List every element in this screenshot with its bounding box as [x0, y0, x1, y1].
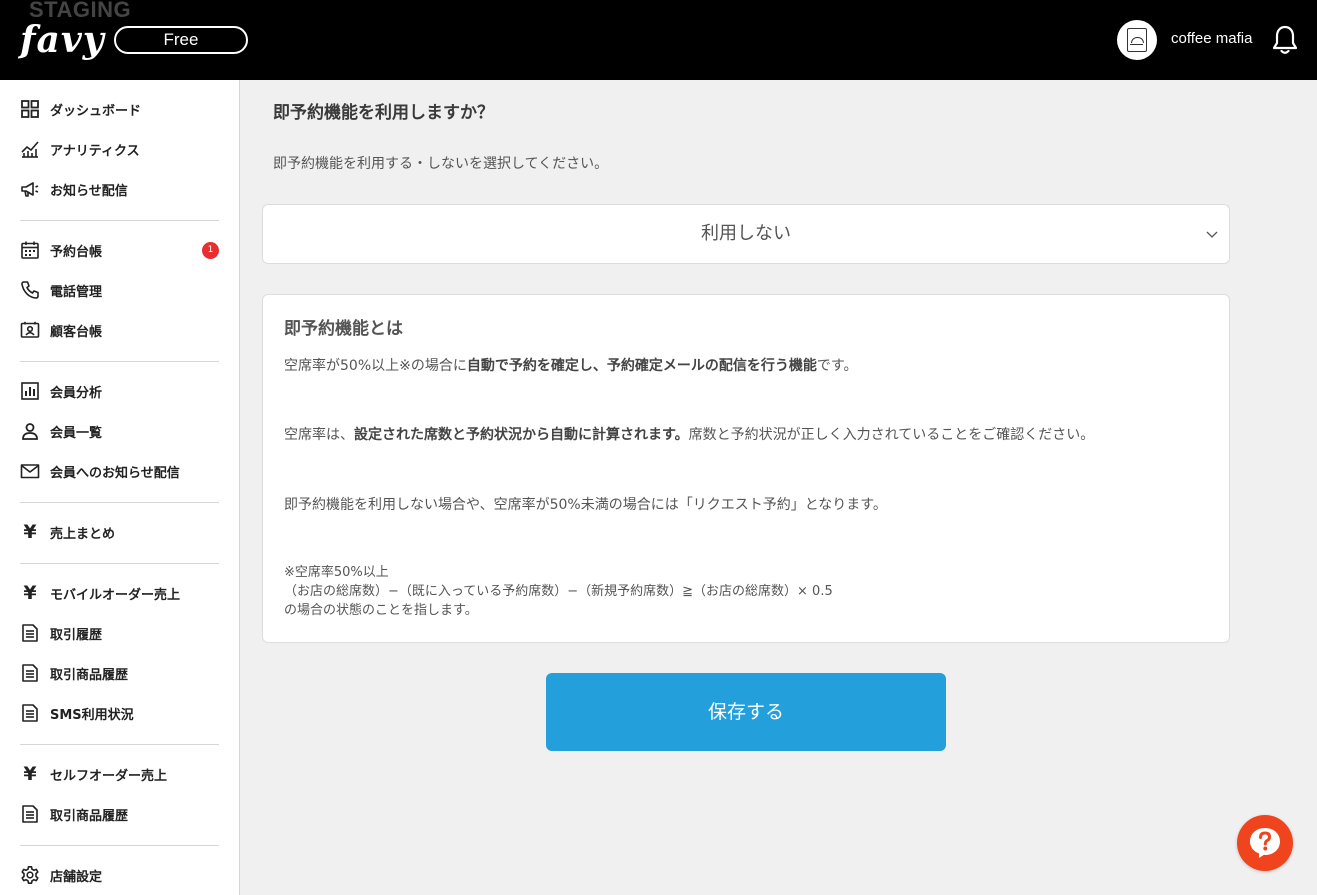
sidebar-item-customers[interactable]: 顧客台帳	[20, 318, 220, 342]
document-icon	[20, 623, 40, 643]
sidebar-item-label: 取引商品履歴	[50, 808, 129, 824]
sidebar-item-mobile-order-sales[interactable]: ¥ モバイルオーダー売上	[20, 581, 220, 605]
shop-name[interactable]: coffee mafia	[1171, 29, 1252, 49]
person-icon	[20, 421, 40, 441]
coffee-cup-logo-icon	[1127, 28, 1147, 52]
sidebar-item-label: 顧客台帳	[50, 324, 103, 340]
yen-icon: ¥	[23, 582, 37, 604]
sidebar-divider	[20, 361, 219, 362]
sidebar-item-label: 取引履歴	[50, 627, 103, 643]
sidebar-item-label: SMS利用状況	[50, 707, 134, 723]
info-paragraph-1: 空席率が50%以上※の場合に自動で予約を確定し、予約確定メールの配信を行う機能で…	[284, 358, 858, 374]
instant-reservation-select[interactable]: 利用しない	[262, 204, 1230, 264]
select-value: 利用しない	[701, 223, 791, 244]
sidebar-item-label: 取引商品履歴	[50, 667, 129, 683]
sidebar-item-label: 電話管理	[50, 284, 103, 300]
sidebar-item-label: セルフオーダー売上	[50, 768, 168, 784]
sidebar-divider	[20, 502, 219, 503]
document-icon	[20, 804, 40, 824]
sidebar-divider	[20, 845, 219, 846]
yen-icon: ¥	[23, 521, 37, 543]
sidebar-item-store-settings[interactable]: 店舗設定	[20, 863, 220, 887]
info-footnote: ※空席率50%以上 （お店の総席数）−（既に入っている予約席数）−（新規予約席数…	[284, 565, 833, 618]
notification-count-badge: 1	[202, 242, 219, 259]
dashboard-grid-icon	[20, 99, 40, 119]
sidebar-item-sales-summary[interactable]: ¥ 売上まとめ	[20, 520, 220, 544]
sidebar-divider	[20, 563, 219, 564]
info-paragraph-3: 即予約機能を利用しない場合や、空席率が50%未満の場合には「リクエスト予約」とな…	[284, 497, 887, 513]
sidebar-item-label: 会員分析	[50, 385, 103, 401]
info-card: 即予約機能とは 空席率が50%以上※の場合に自動で予約を確定し、予約確定メールの…	[262, 294, 1230, 643]
envelope-icon	[20, 461, 40, 481]
sidebar-item-self-order-product-history[interactable]: 取引商品履歴	[20, 802, 220, 826]
document-icon	[20, 663, 40, 683]
help-button[interactable]	[1237, 815, 1293, 871]
instruction-text: 即予約機能を利用する・しないを選択してください。	[273, 156, 609, 172]
sidebar-item-transaction-history[interactable]: 取引履歴	[20, 621, 220, 645]
sidebar-item-member-list[interactable]: 会員一覧	[20, 419, 220, 443]
sidebar-item-label: モバイルオーダー売上	[50, 587, 181, 603]
sidebar-nav: ダッシュボード アナリティクス お知らせ配信 予約台帳 1 電話管理 顧客台帳	[0, 80, 240, 895]
megaphone-icon	[20, 179, 40, 199]
sidebar-item-phone[interactable]: 電話管理	[20, 278, 220, 302]
sidebar-item-label: 店舗設定	[50, 869, 103, 885]
yen-icon: ¥	[23, 763, 37, 785]
sidebar-divider	[20, 220, 219, 221]
sidebar-item-member-announcements[interactable]: 会員へのお知らせ配信	[20, 459, 220, 483]
phone-icon	[20, 280, 40, 300]
sidebar-item-label: アナリティクス	[50, 143, 140, 159]
contact-card-icon	[20, 320, 40, 340]
gear-icon	[20, 865, 40, 885]
sidebar-item-reservations[interactable]: 予約台帳 1	[20, 238, 220, 262]
sidebar-item-label: 予約台帳	[50, 244, 103, 260]
sidebar-item-label: ダッシュボード	[50, 103, 142, 119]
sidebar-item-label: 会員へのお知らせ配信	[50, 465, 180, 481]
save-button[interactable]: 保存する	[546, 673, 946, 751]
info-title: 即予約機能とは	[284, 319, 403, 339]
sidebar-item-label: 会員一覧	[50, 425, 103, 441]
shop-avatar[interactable]	[1117, 20, 1157, 60]
sidebar-item-member-analysis[interactable]: 会員分析	[20, 379, 220, 403]
sidebar-item-self-order-sales[interactable]: ¥ セルフオーダー売上	[20, 762, 220, 786]
sidebar-divider	[20, 744, 219, 745]
main-content: 即予約機能を利用しますか？ 即予約機能を利用する・しないを選択してください。 利…	[240, 80, 1317, 895]
sidebar-item-dashboard[interactable]: ダッシュボード	[20, 97, 220, 121]
analytics-chart-icon	[20, 139, 40, 159]
plan-badge: Free	[114, 26, 248, 54]
sidebar-item-transaction-product-history[interactable]: 取引商品履歴	[20, 661, 220, 685]
sidebar-item-label: 売上まとめ	[50, 526, 116, 542]
document-icon	[20, 703, 40, 723]
sidebar-item-label: お知らせ配信	[50, 183, 128, 199]
chevron-down-icon	[1206, 231, 1218, 238]
sidebar-item-sms-usage[interactable]: SMS利用状況	[20, 701, 220, 725]
bar-chart-icon	[20, 381, 40, 401]
favy-logo[interactable]: favy	[20, 18, 105, 62]
top-header: STAGING favy Free coffee mafia	[0, 0, 1317, 80]
help-question-icon	[1250, 828, 1280, 858]
calendar-icon	[20, 240, 40, 260]
sidebar-item-announcements[interactable]: お知らせ配信	[20, 177, 220, 201]
info-paragraph-2: 空席率は、設定された席数と予約状況から自動に計算されます。席数と予約状況が正しく…	[284, 427, 1095, 443]
bell-icon[interactable]	[1270, 24, 1300, 56]
page-title: 即予約機能を利用しますか？	[273, 103, 494, 123]
sidebar-item-analytics[interactable]: アナリティクス	[20, 137, 220, 161]
